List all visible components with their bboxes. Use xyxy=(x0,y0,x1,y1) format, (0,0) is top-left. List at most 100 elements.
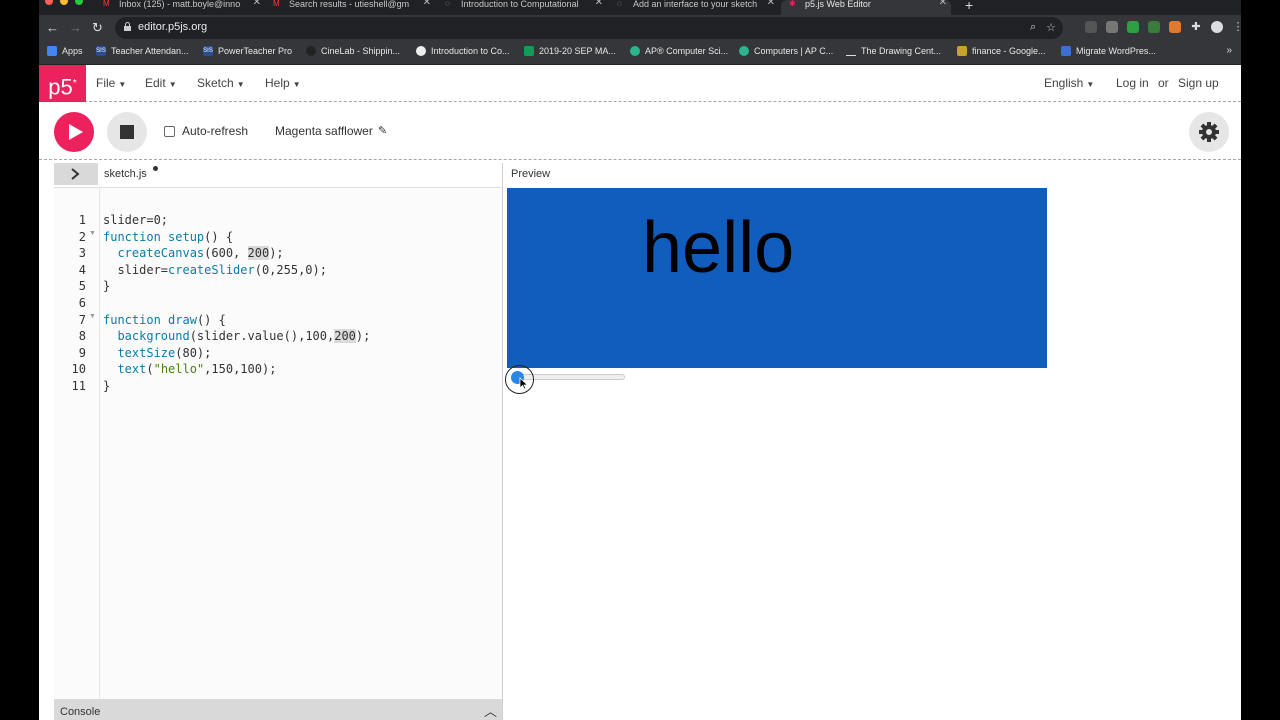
bookmark-label: Teacher Attendan... xyxy=(111,46,189,56)
puzzle-icon[interactable]: ✚ xyxy=(1190,21,1202,33)
stop-button[interactable] xyxy=(107,112,147,152)
bookmark-item[interactable]: finance - Google... xyxy=(957,46,1046,56)
preview-label: Preview xyxy=(511,168,551,180)
code-lines: slider=0; function setup() { createCanvas… xyxy=(103,212,370,395)
close-tab-icon[interactable]: ✕ xyxy=(767,0,775,8)
line-number: 1 xyxy=(78,213,86,227)
console-panel[interactable]: Console ︿ xyxy=(54,699,502,720)
bookmark-item[interactable]: Apps xyxy=(47,46,83,56)
bookmark-item[interactable]: Migrate WordPres... xyxy=(1061,46,1156,56)
collegeboard-icon xyxy=(630,46,640,56)
tab-title: p5.js Web Editor xyxy=(805,0,871,9)
maximize-window-button[interactable] xyxy=(75,0,83,5)
sis-icon: SIS xyxy=(203,46,213,56)
language-select[interactable]: English ▼ xyxy=(1044,76,1094,90)
settings-button[interactable] xyxy=(1189,112,1229,152)
window-controls xyxy=(45,0,83,8)
sidebar-toggle-button[interactable] xyxy=(54,163,98,185)
auto-refresh-checkbox[interactable] xyxy=(164,125,175,137)
language-label: English xyxy=(1044,76,1084,90)
browser-tab-active[interactable]: ✱ p5.js Web Editor ✕ xyxy=(781,0,951,15)
caret-down-icon: ▼ xyxy=(292,80,301,89)
bookmark-item[interactable]: SIS PowerTeacher Pro xyxy=(203,46,292,56)
close-tab-icon[interactable]: ✕ xyxy=(253,0,261,8)
pane-divider[interactable] xyxy=(502,163,503,720)
bookmark-label: Introduction to Co... xyxy=(431,46,510,56)
line-numbers: 1 2 3 4 5 6 7 8 9 10 11 xyxy=(54,212,100,395)
bookmark-item[interactable]: AP® Computer Sci... xyxy=(630,46,728,56)
bookmark-label: Migrate WordPres... xyxy=(1076,46,1156,56)
reload-icon[interactable]: ↻ xyxy=(92,20,103,36)
extension-icon[interactable] xyxy=(1106,21,1118,33)
more-menu-icon[interactable]: ⋮ xyxy=(1232,21,1241,33)
play-button[interactable] xyxy=(54,112,94,152)
address-bar[interactable]: editor.p5js.org ⌕ ☆ xyxy=(115,17,1063,39)
chevron-right-icon xyxy=(71,168,80,180)
bookmark-item[interactable]: CineLab - Shippin... xyxy=(306,46,400,56)
bookmark-star-icon[interactable]: ☆ xyxy=(1046,21,1056,34)
browser-tab[interactable]: M Search results - utieshell@gm ✕ xyxy=(265,0,435,15)
globe-icon: ◌ xyxy=(617,0,622,8)
minimize-window-button[interactable] xyxy=(60,0,68,5)
browser-tab[interactable]: ◌ Add an interface to your sketch ✕ xyxy=(609,0,779,15)
tab-title: Search results - utieshell@gm xyxy=(289,0,410,9)
new-tab-button[interactable]: + xyxy=(965,0,973,13)
bookmark-item[interactable]: The Drawing Cent... xyxy=(846,46,941,56)
tab-title: Introduction to Computational xyxy=(461,0,579,9)
caret-down-icon: ▼ xyxy=(168,80,177,89)
close-tab-icon[interactable]: ✕ xyxy=(595,0,603,8)
menu-sketch[interactable]: Sketch ▼ xyxy=(197,76,245,90)
browser-tab[interactable]: ◌ Introduction to Computational ✕ xyxy=(437,0,607,15)
fold-arrow-icon[interactable]: ▼ xyxy=(89,230,96,237)
menu-file[interactable]: File ▼ xyxy=(96,76,126,90)
bookmark-item[interactable]: 2019-20 SEP MA... xyxy=(524,46,616,56)
sheets-icon xyxy=(524,46,534,56)
bookmark-item[interactable]: Computers | AP C... xyxy=(739,46,833,56)
bookmark-label: finance - Google... xyxy=(972,46,1046,56)
tab-strip: M Inbox (125) - matt.boyle@inno ✕ M Sear… xyxy=(39,0,1241,15)
file-tab-name[interactable]: sketch.js xyxy=(104,168,147,180)
pencil-icon[interactable]: ✎ xyxy=(378,124,387,137)
line-number: 4 xyxy=(78,262,86,277)
line-number: 10 xyxy=(71,362,86,377)
close-tab-icon[interactable]: ✕ xyxy=(423,0,431,8)
fold-arrow-icon[interactable]: ▼ xyxy=(89,313,96,320)
line-number: 6 xyxy=(78,295,86,310)
line-number: 3 xyxy=(78,246,86,261)
logo-asterisk: * xyxy=(72,78,77,89)
code-line: createCanvas(600, 200); xyxy=(117,246,284,261)
menu-label: File xyxy=(96,76,116,90)
bookmark-label: CineLab - Shippin... xyxy=(321,46,401,56)
auto-refresh-toggle[interactable]: Auto-refresh xyxy=(164,124,248,138)
project-name[interactable]: Magenta safflower xyxy=(275,124,373,138)
login-link[interactable]: Log in xyxy=(1116,76,1149,90)
bookmarks-bar: Apps SIS Teacher Attendan... SIS PowerTeac… xyxy=(39,41,1241,65)
back-icon[interactable]: ← xyxy=(46,20,59,36)
extension-icon[interactable] xyxy=(1148,21,1160,33)
profile-icon[interactable] xyxy=(1211,21,1223,33)
close-window-button[interactable] xyxy=(45,0,53,5)
forward-icon[interactable]: → xyxy=(69,20,82,36)
menu-label: Edit xyxy=(145,76,166,90)
p5-logo[interactable]: p5* xyxy=(39,65,86,102)
code-editor[interactable]: 1 2 3 4 5 6 7 8 9 10 11 ▼ ▼ slider=0; function setu… xyxy=(54,187,502,700)
chevron-up-icon[interactable]: ︿ xyxy=(484,701,497,720)
menu-label: Sketch xyxy=(197,76,234,90)
globe-icon: ◌ xyxy=(445,0,450,8)
line-number: 8 xyxy=(78,329,86,344)
sketch-canvas: hello xyxy=(507,188,1047,368)
extension-icon[interactable] xyxy=(1169,21,1181,33)
extension-icon[interactable] xyxy=(1085,21,1097,33)
zoom-icon[interactable]: ⌕ xyxy=(1030,21,1036,34)
bookmarks-overflow-button[interactable]: » xyxy=(1226,45,1232,56)
bookmark-item[interactable]: Introduction to Co... xyxy=(416,46,510,56)
browser-tab[interactable]: M Inbox (125) - matt.boyle@inno ✕ xyxy=(95,0,265,15)
menu-help[interactable]: Help ▼ xyxy=(265,76,301,90)
bookmark-item[interactable]: SIS Teacher Attendan... xyxy=(96,46,189,56)
menu-label: Help xyxy=(265,76,290,90)
menu-edit[interactable]: Edit ▼ xyxy=(145,76,177,90)
signup-link[interactable]: Sign up xyxy=(1178,76,1219,90)
close-tab-icon[interactable]: ✕ xyxy=(939,0,947,8)
extension-icon[interactable] xyxy=(1127,21,1139,33)
